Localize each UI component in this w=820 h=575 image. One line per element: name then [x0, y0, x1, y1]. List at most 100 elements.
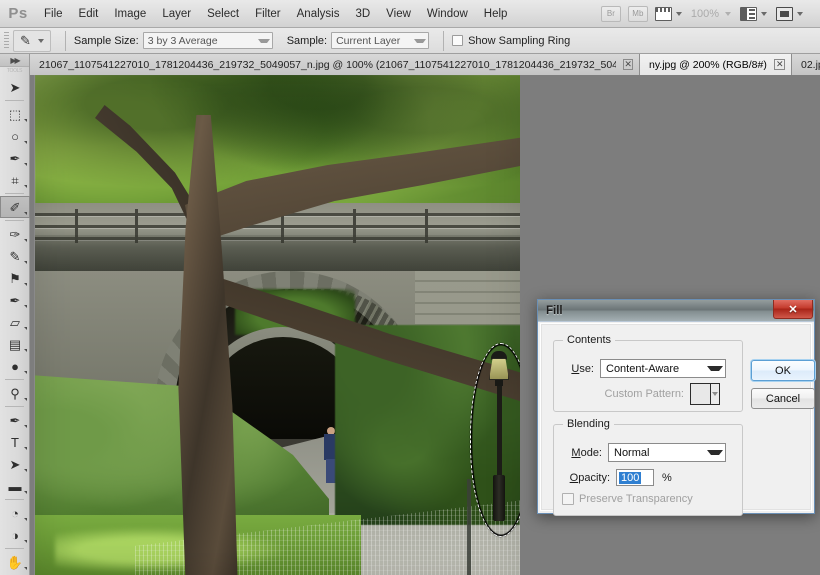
mode-value: Normal: [614, 446, 650, 459]
eyedropper-tool[interactable]: ✐: [0, 196, 30, 218]
menu-filter[interactable]: Filter: [247, 4, 289, 24]
3d-object-rotate-tool[interactable]: ◔: [0, 502, 30, 524]
document-tab[interactable]: 21067_1107541227010_1781204436_219732_50…: [30, 54, 640, 75]
show-sampling-ring-label: Show Sampling Ring: [468, 34, 571, 47]
fill-dialog[interactable]: Fill ✕ Contents Use: Content-Aware Custo…: [537, 299, 815, 516]
menu-bar: Ps File Edit Image Layer Select Filter Analysi…: [0, 0, 820, 28]
panel-layout-icon: [740, 6, 757, 21]
tool-divider: [5, 220, 24, 221]
gradient-tool[interactable]: ▤: [0, 333, 30, 355]
3d-camera-rotate-icon: ◑: [11, 527, 19, 543]
rectangle-shape-tool[interactable]: ▬: [0, 475, 30, 497]
tools-panel: ▶▶ TOOLS ➤⬚○✒⌗✐✑✎⚑✒▱▤●⚲✒T➤▬◔◑✋⚲ ↶: [0, 54, 30, 575]
3d-camera-rotate-tool[interactable]: ◑: [0, 524, 30, 546]
chevron-down-icon: [761, 11, 767, 16]
show-sampling-ring-checkbox[interactable]: Show Sampling Ring: [452, 35, 570, 47]
tools-panel-header[interactable]: ▶▶: [0, 54, 29, 67]
chevron-down-icon: [675, 11, 682, 16]
blending-group: Blending Mode: Normal Opacity: 100 % Pre…: [553, 418, 743, 516]
menu-3d[interactable]: 3D: [347, 4, 378, 24]
options-bar-grip[interactable]: [4, 31, 9, 50]
preserve-transparency-checkbox[interactable]: Preserve Transparency: [562, 493, 693, 505]
close-icon[interactable]: ✕: [773, 300, 813, 319]
history-brush-tool[interactable]: ✒: [0, 289, 30, 311]
photoshop-window: Ps File Edit Image Layer Select Filter Analysi…: [0, 0, 820, 575]
menu-window[interactable]: Window: [419, 4, 476, 24]
blur-tool[interactable]: ●: [0, 355, 30, 377]
menu-image[interactable]: Image: [106, 4, 154, 24]
tools-panel-title: TOOLS: [6, 68, 23, 74]
eraser-tool[interactable]: ▱: [0, 311, 30, 333]
pen-icon: ✒: [9, 412, 21, 428]
close-icon[interactable]: ✕: [623, 59, 633, 70]
cancel-button[interactable]: Cancel: [751, 388, 815, 409]
tool-divider: [5, 379, 24, 380]
tool-divider: [5, 499, 24, 500]
pen-tool[interactable]: ✒: [0, 409, 30, 431]
menu-help[interactable]: Help: [476, 4, 516, 24]
blending-group-label: Blending: [563, 418, 614, 430]
panel-layout-button[interactable]: [740, 6, 767, 21]
sample-label: Sample:: [286, 34, 328, 47]
rectangular-marquee-icon: ⬚: [8, 106, 22, 122]
fence-post: [467, 479, 471, 575]
dodge-tool[interactable]: ⚲: [0, 382, 30, 404]
clone-stamp-tool[interactable]: ⚑: [0, 267, 30, 289]
move-tool[interactable]: ➤: [0, 76, 30, 98]
view-arrange-icon: [654, 6, 672, 21]
menu-layer[interactable]: Layer: [154, 4, 199, 24]
eyedropper-icon: ✐: [9, 199, 21, 215]
fill-dialog-body: Contents Use: Content-Aware Custom Patte…: [540, 323, 815, 516]
document-tab-label: 21067_1107541227010_1781204436_219732_50…: [39, 58, 617, 71]
document-tab[interactable]: ny.jpg @ 200% (RGB/8#) * ✕: [640, 54, 792, 75]
menu-edit[interactable]: Edit: [71, 4, 107, 24]
sample-value: Current Layer: [336, 34, 401, 47]
opacity-input[interactable]: 100: [616, 469, 654, 486]
sample-size-select[interactable]: 3 by 3 Average: [142, 32, 273, 49]
close-icon[interactable]: ✕: [774, 59, 785, 70]
lasso-selection-marching-ants[interactable]: [470, 343, 520, 537]
zoom-level-display[interactable]: 100%: [691, 8, 731, 20]
document-tab[interactable]: 02.jpg✕: [792, 54, 820, 75]
path-selection-tool[interactable]: ➤: [0, 453, 30, 475]
rectangular-marquee-tool[interactable]: ⬚: [0, 103, 30, 125]
menu-analysis[interactable]: Analysis: [289, 4, 348, 24]
spot-healing-brush-tool[interactable]: ✑: [0, 223, 30, 245]
photoshop-logo: Ps: [8, 5, 28, 22]
menu-file[interactable]: File: [36, 4, 71, 24]
view-arrange-button[interactable]: [654, 6, 682, 21]
quick-selection-tool[interactable]: ✒: [0, 147, 30, 169]
rectangle-shape-icon: ▬: [8, 478, 22, 494]
opacity-row: Opacity: 100 %: [562, 469, 734, 486]
checkbox-box: [452, 35, 464, 46]
tool-divider: [5, 548, 24, 549]
hand-tool[interactable]: ✋: [0, 551, 30, 573]
screen-mode-button[interactable]: [776, 6, 803, 21]
bridge-button[interactable]: Br: [600, 5, 621, 22]
document-image-ny-jpg[interactable]: [34, 75, 520, 575]
menu-select[interactable]: Select: [199, 4, 247, 24]
crop-tool[interactable]: ⌗: [0, 169, 30, 191]
type-tool[interactable]: T: [0, 431, 30, 453]
tool-preset-picker[interactable]: ✎: [13, 29, 51, 52]
mode-select[interactable]: Normal: [608, 443, 726, 462]
document-tab-label: 02.jpg: [801, 58, 820, 71]
tool-options-bar: ✎ Sample Size: 3 by 3 Average Sample: Cu…: [0, 28, 820, 54]
menu-view[interactable]: View: [378, 4, 419, 24]
chevron-down-icon: [37, 38, 44, 43]
mini-bridge-button[interactable]: Mb: [627, 5, 648, 22]
spot-healing-brush-icon: ✑: [9, 226, 21, 242]
opacity-unit: %: [662, 471, 672, 484]
brush-tool[interactable]: ✎: [0, 245, 30, 267]
fill-dialog-titlebar[interactable]: Fill ✕: [538, 300, 814, 322]
sample-select[interactable]: Current Layer: [331, 32, 430, 49]
lasso-tool[interactable]: ○: [0, 125, 30, 147]
divider: [64, 30, 66, 51]
history-brush-icon: ✒: [9, 292, 21, 308]
pattern-preview: [691, 384, 710, 404]
use-value: Content-Aware: [606, 362, 680, 375]
custom-pattern-label: Custom Pattern:: [604, 388, 684, 400]
use-select[interactable]: Content-Aware: [600, 359, 726, 378]
dodge-icon: ⚲: [10, 385, 20, 401]
ok-button[interactable]: OK: [751, 360, 815, 381]
